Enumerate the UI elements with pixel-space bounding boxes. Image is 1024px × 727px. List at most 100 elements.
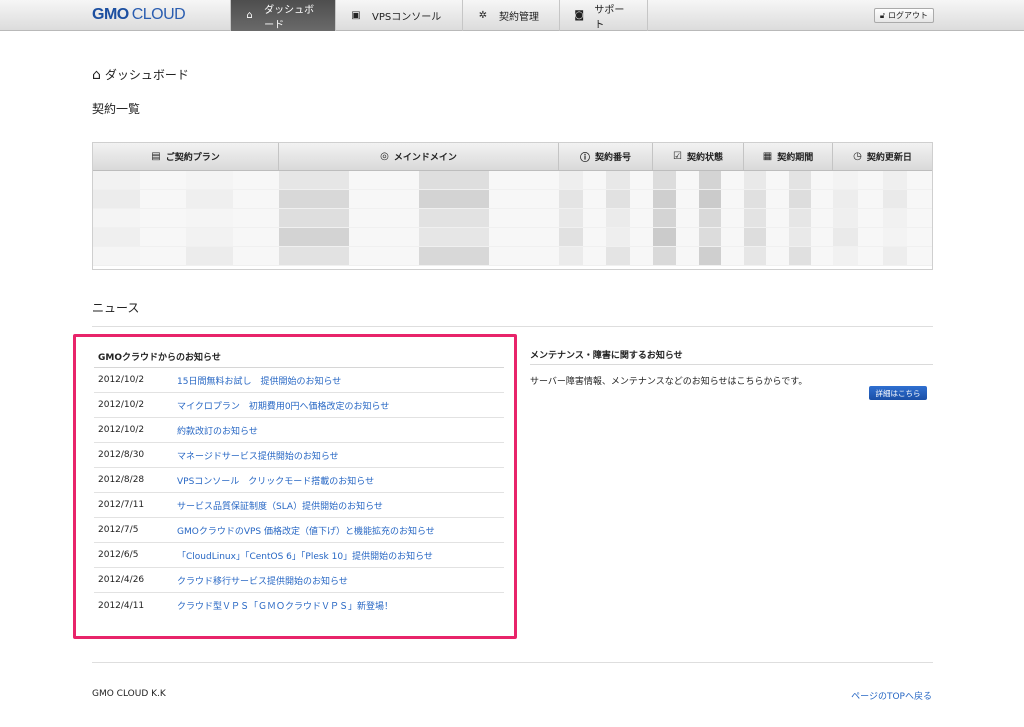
blurred-cell [698, 171, 722, 189]
maintenance-text: サーバー障害情報、メンテナンスなどのお知らせはこちらからです。 [530, 377, 808, 387]
blurred-cell [744, 247, 767, 265]
maintenance-panel: メンテナンス・障害に関するお知らせ [530, 348, 930, 361]
blurred-cell [744, 190, 767, 208]
blurred-cell [139, 228, 186, 246]
column-contract-status-label: 契約状態 [686, 153, 723, 163]
list-item: 2012/10/2 約款改訂のお知らせ [94, 418, 504, 443]
news-link[interactable]: クラウド移行サービス提供開始のお知らせ [177, 574, 348, 587]
news-link[interactable]: VPSコンソール クリックモード搭載のお知らせ [177, 474, 374, 487]
news-date: 2012/7/11 [98, 500, 145, 510]
news-link[interactable]: GMOクラウドのVPS 価格改定（値下げ）と機能拡充のお知らせ [177, 524, 435, 537]
nav-contract-management[interactable]: ✲ 契約管理 [462, 0, 559, 31]
blurred-cell [833, 171, 858, 189]
nav-vps-console-label: VPSコンソール [372, 12, 442, 23]
column-contract-number[interactable]: ⓘ 契約番号 [559, 143, 653, 170]
blurred-cell [653, 247, 676, 265]
blurred-cell [882, 247, 908, 265]
news-link[interactable]: 「CloudLinux」「CentOS 6」「Plesk 10」提供開始のお知ら… [177, 549, 433, 562]
news-date: 2012/10/2 [98, 375, 145, 385]
blurred-cell [810, 228, 833, 246]
blurred-cell [582, 228, 606, 246]
blurred-cell [186, 209, 233, 227]
blurred-cell [279, 209, 349, 227]
news-link[interactable]: 約款改訂のお知らせ [177, 424, 258, 437]
camera-icon: ◙ [574, 10, 585, 21]
news-date: 2012/10/2 [98, 400, 145, 410]
blurred-cell [675, 247, 699, 265]
blurred-cell [559, 171, 583, 189]
news-link[interactable]: マイクロプラン 初期費用0円へ価格改定のお知らせ [177, 399, 389, 412]
blurred-cell [139, 171, 186, 189]
blurred-cell [766, 209, 789, 227]
blurred-cell [907, 171, 932, 189]
blurred-cell [698, 247, 722, 265]
blurred-cell [419, 247, 489, 265]
blurred-cell [606, 190, 630, 208]
blurred-cell [766, 247, 789, 265]
blurred-cell [653, 190, 676, 208]
blurred-cell [186, 171, 233, 189]
blurred-cell [766, 190, 789, 208]
home-icon: ⌂ [92, 66, 101, 83]
blurred-cell [882, 209, 908, 227]
blurred-cell [139, 209, 186, 227]
blurred-cell [139, 190, 186, 208]
nav-dashboard-label: ダッシュボード [264, 4, 315, 31]
column-contract-status[interactable]: ☑ 契約状態 [653, 143, 744, 170]
main-nav: ⌂ ダッシュボード ▣ VPSコンソール ✲ 契約管理 ◙ サポート [230, 0, 648, 31]
list-item: 2012/4/26 クラウド移行サービス提供開始のお知らせ [94, 568, 504, 593]
column-contract-period[interactable]: ▦ 契約期間 [744, 143, 833, 170]
nav-dashboard[interactable]: ⌂ ダッシュボード [230, 0, 335, 31]
blurred-cell [788, 171, 811, 189]
news-link[interactable]: 15日間無料お試し 提供開始のお知らせ [177, 374, 341, 387]
checkbox-icon: ☑ [673, 151, 682, 162]
column-main-domain[interactable]: ◎ メインドメイン [279, 143, 559, 170]
blurred-cell [721, 247, 744, 265]
lock-icon: 🔓︎ [879, 10, 885, 20]
maintenance-divider [530, 364, 933, 365]
clock-icon: ◷ [853, 151, 862, 162]
blurred-cell [857, 209, 883, 227]
blurred-cell [629, 190, 653, 208]
news-date: 2012/10/2 [98, 425, 145, 435]
column-renewal-date[interactable]: ◷ 契約更新日 [833, 143, 932, 170]
blurred-cell [788, 247, 811, 265]
detail-button[interactable]: 詳細はこちら [869, 386, 927, 400]
blurred-cell [582, 190, 606, 208]
blurred-cell [833, 228, 858, 246]
calendar-icon: ▦ [762, 151, 773, 162]
console-icon: ▣ [351, 10, 361, 21]
footer-divider [92, 662, 933, 663]
blurred-cell [232, 228, 279, 246]
logo-product: CLOUD [131, 6, 186, 23]
news-date: 2012/6/5 [98, 550, 139, 560]
logo[interactable]: GMO CLOUD [92, 6, 186, 24]
blurred-cell [788, 209, 811, 227]
logout-label: ログアウト [888, 11, 928, 20]
nav-support[interactable]: ◙ サポート [559, 0, 648, 31]
blurred-cell [833, 209, 858, 227]
news-link[interactable]: マネージドサービス提供開始のお知らせ [177, 449, 339, 462]
table-row [93, 190, 932, 209]
blurred-cell [349, 228, 419, 246]
back-to-top-link[interactable]: ページのTOPへ戻る [851, 689, 932, 702]
table-row [93, 247, 932, 266]
blurred-cell [810, 171, 833, 189]
blurred-cell [559, 190, 583, 208]
logo-brand: GMO [92, 6, 129, 23]
blurred-cell [93, 171, 140, 189]
contracts-table-header: ▤ ご契約プラン ◎ メインドメイン ⓘ 契約番号 ☑ 契約状態 ▦ 契約期間 … [93, 143, 932, 171]
news-link[interactable]: クラウド型ＶＰＳ「ＧＭＯクラウドＶＰＳ」新登場！ [177, 599, 393, 612]
logout-button[interactable]: 🔓︎ ログアウト [873, 8, 934, 23]
list-item: 2012/7/5 GMOクラウドのVPS 価格改定（値下げ）と機能拡充のお知らせ [94, 518, 504, 543]
news-link[interactable]: サービス品質保証制度（SLA）提供開始のお知らせ [177, 499, 383, 512]
blurred-cell [629, 209, 653, 227]
home-icon: ⌂ [246, 10, 253, 21]
nav-vps-console[interactable]: ▣ VPSコンソール [335, 0, 462, 31]
blurred-cell [882, 171, 908, 189]
blurred-cell [907, 190, 932, 208]
list-item: 2012/7/11 サービス品質保証制度（SLA）提供開始のお知らせ [94, 493, 504, 518]
blurred-cell [489, 247, 559, 265]
column-plan[interactable]: ▤ ご契約プラン [93, 143, 279, 170]
blurred-cell [629, 171, 653, 189]
